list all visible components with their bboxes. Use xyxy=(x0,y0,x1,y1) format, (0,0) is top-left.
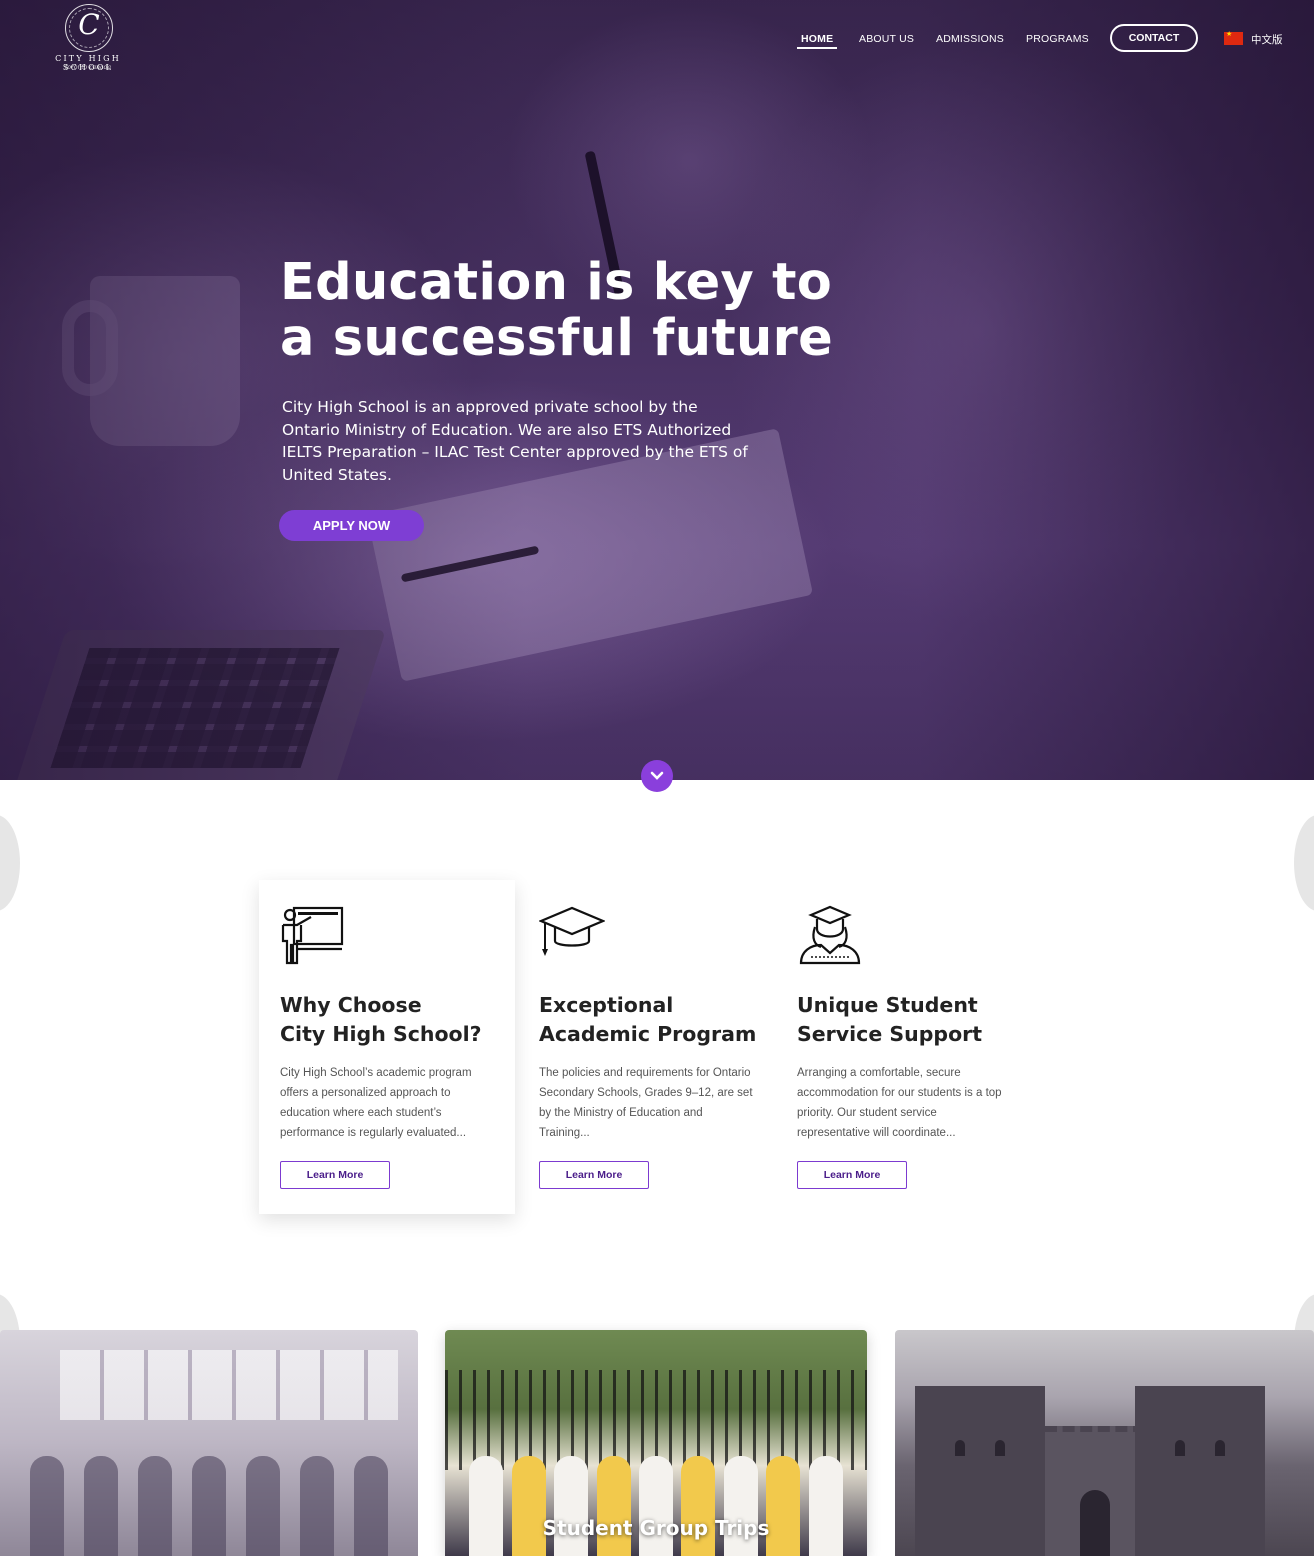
castle-window xyxy=(1215,1440,1225,1456)
student-figure xyxy=(30,1456,64,1556)
contact-button[interactable]: CONTACT xyxy=(1110,24,1198,52)
hero-title-line2: a successful future xyxy=(280,309,833,368)
hero-overlay xyxy=(0,0,1314,780)
learn-more-button[interactable]: Learn More xyxy=(539,1161,649,1189)
feature-title-line2: Academic Program xyxy=(539,1022,757,1046)
student-figure xyxy=(554,1456,589,1556)
language-label: 中文版 xyxy=(1251,34,1283,46)
graduation-cap-icon xyxy=(539,906,605,956)
classroom-photo-card[interactable] xyxy=(0,1330,418,1556)
student-figure xyxy=(638,1456,673,1556)
classroom-shelves xyxy=(60,1350,398,1420)
castle-gate xyxy=(1080,1490,1110,1556)
scroll-down-button[interactable] xyxy=(641,760,673,792)
carousel-prev-arrow[interactable] xyxy=(0,815,20,911)
nav-home[interactable]: HOME xyxy=(801,33,833,45)
student-figure xyxy=(354,1456,388,1556)
feature-title: Why Choose City High School? xyxy=(280,991,520,1049)
castle-window xyxy=(955,1440,965,1456)
student-figure xyxy=(300,1456,334,1556)
feature-title-line1: Unique Student xyxy=(797,993,978,1017)
learn-more-button[interactable]: Learn More xyxy=(797,1161,907,1189)
logo-tagline: toronto canada xyxy=(64,64,112,71)
china-flag-icon xyxy=(1224,30,1243,45)
student-figure xyxy=(84,1456,118,1556)
carousel-next-arrow[interactable] xyxy=(1294,815,1314,911)
feature-title: Exceptional Academic Program xyxy=(539,991,779,1049)
feature-text: Arranging a comfortable, secure accommod… xyxy=(797,1067,1002,1139)
student-figure xyxy=(723,1456,758,1556)
nav-admissions[interactable]: ADMISSIONS xyxy=(936,33,1004,45)
nav-active-underline xyxy=(797,47,837,49)
trip-card-title: Student Group Trips xyxy=(542,1516,770,1540)
student-graduate-icon xyxy=(799,905,861,965)
feature-text: City High School’s academic program offe… xyxy=(280,1067,472,1139)
student-group-trips-card[interactable]: Student Group Trips xyxy=(445,1330,867,1556)
feature-title-line1: Why Choose xyxy=(280,993,422,1017)
hero-title-line1: Education is key to xyxy=(280,253,833,312)
feature-title-line1: Exceptional xyxy=(539,993,674,1017)
feature-text: The policies and requirements for Ontari… xyxy=(539,1067,753,1139)
castle-window xyxy=(995,1440,1005,1456)
hero-description: City High School is an approved private … xyxy=(282,398,748,484)
castle-tower xyxy=(1135,1386,1265,1556)
student-figure xyxy=(138,1456,172,1556)
students-group xyxy=(20,1436,398,1556)
student-figure xyxy=(596,1456,631,1556)
teacher-board-icon xyxy=(281,906,344,965)
student-figure xyxy=(766,1456,801,1556)
hero-title: Education is key to a successful future xyxy=(280,255,840,367)
learn-more-button[interactable]: Learn More xyxy=(280,1161,390,1189)
feature-title-line2: City High School? xyxy=(280,1022,482,1046)
student-figure xyxy=(511,1456,546,1556)
apply-now-button[interactable]: APPLY NOW xyxy=(279,510,424,541)
student-figure xyxy=(246,1456,280,1556)
feature-title-line2: Service Support xyxy=(797,1022,983,1046)
student-figure xyxy=(469,1456,504,1556)
student-figure xyxy=(192,1456,226,1556)
student-figure xyxy=(808,1456,843,1556)
castle-tower xyxy=(915,1386,1045,1556)
castle-photo-card[interactable] xyxy=(895,1330,1314,1556)
chevron-down-icon xyxy=(650,771,664,780)
nav-programs[interactable]: PROGRAMS xyxy=(1026,33,1089,45)
feature-title: Unique Student Service Support xyxy=(797,991,1037,1049)
nav-about-us[interactable]: ABOUT US xyxy=(859,33,914,45)
student-figure xyxy=(681,1456,716,1556)
castle-window xyxy=(1175,1440,1185,1456)
hero-section: C CITY HIGH SCHOOL toronto canada HOME A… xyxy=(0,0,1314,780)
